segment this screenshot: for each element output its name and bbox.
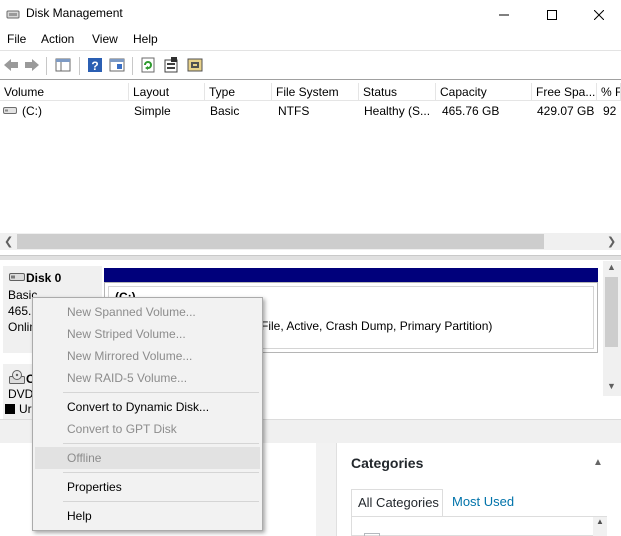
column-percent-free[interactable]: % F <box>597 83 621 101</box>
vertical-scrollbar[interactable]: ▲ ▼ <box>603 261 621 396</box>
menu-convert-to-gpt-disk[interactable]: Convert to GPT Disk <box>35 418 260 440</box>
cell-percent-free: 92 <box>603 104 617 118</box>
tab-all-categories[interactable]: All Categories <box>351 489 443 517</box>
show-hide-console-tree-icon[interactable] <box>54 56 72 74</box>
menu-help[interactable]: Help <box>133 32 158 46</box>
close-button[interactable] <box>576 0 621 29</box>
unallocated-legend-swatch <box>5 404 15 414</box>
volume-row[interactable]: (C:) Simple Basic NTFS Healthy (S... 465… <box>0 101 621 121</box>
back-icon[interactable] <box>2 56 20 74</box>
column-volume[interactable]: Volume <box>0 83 129 101</box>
cell-status: Healthy (S... <box>364 104 431 118</box>
column-capacity[interactable]: Capacity <box>436 83 532 101</box>
maximize-icon <box>547 9 557 20</box>
disk-management-icon <box>6 10 20 19</box>
menu-new-raid5-volume[interactable]: New RAID-5 Volume... <box>35 367 260 389</box>
menu-action[interactable]: Action <box>41 32 74 46</box>
forward-icon[interactable] <box>23 56 41 74</box>
menu-offline[interactable]: Offline <box>35 447 260 469</box>
cell-layout: Simple <box>134 104 171 118</box>
cell-volume: (C:) <box>22 104 42 118</box>
column-type[interactable]: Type <box>205 83 272 101</box>
menu-separator <box>63 472 259 473</box>
cdrom-0-status: Ur <box>19 402 32 416</box>
svg-text:?: ? <box>91 59 98 73</box>
cdrom-0-type: DVD <box>8 387 34 401</box>
tab-most-used[interactable]: Most Used <box>452 494 514 509</box>
partition-header-bar <box>104 268 598 282</box>
pane-splitter[interactable] <box>0 255 621 260</box>
help-icon[interactable]: ? <box>86 56 104 74</box>
cell-free-space: 429.07 GB <box>537 104 595 118</box>
close-icon <box>594 9 604 20</box>
maximize-button[interactable] <box>529 0 575 29</box>
help-topics-icon[interactable] <box>108 56 126 74</box>
scroll-left-icon[interactable]: ❮ <box>4 235 13 248</box>
rescan-disks-icon[interactable] <box>186 56 204 74</box>
context-menu: New Spanned Volume... New Striped Volume… <box>32 297 263 531</box>
properties-icon[interactable] <box>162 56 180 74</box>
toolbar-separator <box>132 57 133 75</box>
partition-c-description: File, Active, Crash Dump, Primary Partit… <box>261 319 493 333</box>
cell-capacity: 465.76 GB <box>442 104 500 118</box>
categories-title: Categories <box>351 455 424 471</box>
disk-icon <box>9 273 25 281</box>
cell-file-system: NTFS <box>278 104 310 118</box>
toolbar-separator <box>46 57 47 75</box>
menu-new-striped-volume[interactable]: New Striped Volume... <box>35 323 260 345</box>
scroll-up-icon[interactable]: ▲ <box>607 262 616 272</box>
menu-new-spanned-volume[interactable]: New Spanned Volume... <box>35 301 260 323</box>
categories-checklist: ▲ <box>351 516 607 536</box>
drive-icon <box>3 107 17 114</box>
menu-help-item[interactable]: Help <box>35 505 260 527</box>
disk-0-name: Disk 0 <box>26 271 62 285</box>
menu-separator <box>63 392 259 393</box>
column-status[interactable]: Status <box>359 83 436 101</box>
menu-new-mirrored-volume[interactable]: New Mirrored Volume... <box>35 345 260 367</box>
window-title: Disk Management <box>26 6 123 20</box>
scroll-down-icon[interactable]: ▼ <box>607 381 616 391</box>
refresh-icon[interactable] <box>139 56 157 74</box>
minimize-icon <box>499 14 509 15</box>
collapse-toggle-icon[interactable]: ▲ <box>593 457 603 468</box>
menu-file[interactable]: File <box>7 32 26 46</box>
minimize-button[interactable] <box>481 0 527 29</box>
column-file-system[interactable]: File System <box>272 83 359 101</box>
cell-type: Basic <box>210 104 240 118</box>
toolbar-separator <box>79 57 80 75</box>
column-layout[interactable]: Layout <box>129 83 205 101</box>
menu-convert-to-dynamic-disk[interactable]: Convert to Dynamic Disk... <box>35 396 260 418</box>
title-bar: Disk Management <box>0 0 621 29</box>
scroll-right-icon[interactable]: ❯ <box>607 235 616 248</box>
menu-separator <box>63 443 259 444</box>
vertical-scroll-thumb[interactable] <box>605 277 618 347</box>
menu-properties[interactable]: Properties <box>35 476 260 498</box>
toolbar: ? <box>0 52 621 80</box>
categories-panel: Categories ▲ All Categories Most Used ▲ <box>336 443 621 536</box>
menu-bar: File Action View Help <box>0 29 621 51</box>
horizontal-scrollbar[interactable]: ❮ ❯ <box>0 233 621 250</box>
menu-separator <box>63 501 259 502</box>
volume-list-header: Volume Layout Type File System Status Ca… <box>0 83 621 101</box>
column-free-space[interactable]: Free Spa... <box>532 83 597 101</box>
horizontal-scroll-thumb[interactable] <box>17 234 544 249</box>
categories-scroll-up-icon[interactable]: ▲ <box>593 517 607 536</box>
dvd-drive-icon <box>9 370 25 384</box>
menu-view[interactable]: View <box>92 32 118 46</box>
